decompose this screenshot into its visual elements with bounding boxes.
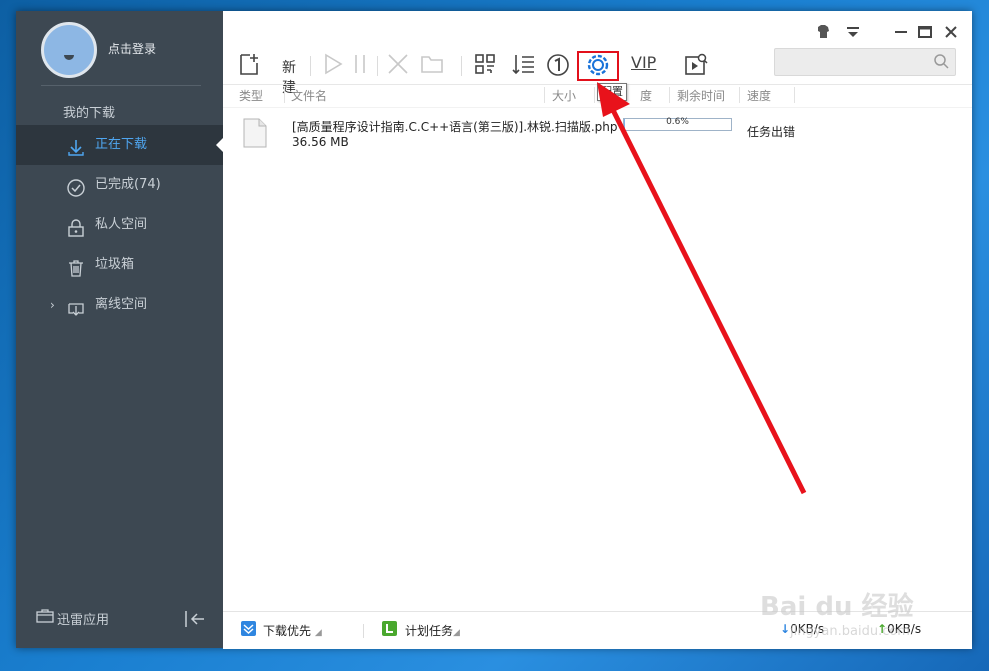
settings-tooltip: 配置 [597, 83, 627, 101]
schedule-button[interactable]: 计划任务◢ [405, 622, 460, 639]
baidu-watermark-url: jingyan.baidu.com [790, 624, 910, 639]
vip-label: VIP [631, 53, 657, 72]
sidebar-item-offline[interactable]: › 离线空间 [16, 285, 223, 325]
check-circle-icon [66, 175, 86, 197]
column-divider [794, 87, 795, 103]
new-file-icon [240, 54, 258, 75]
column-divider [669, 87, 670, 103]
sort-button[interactable] [511, 48, 537, 80]
column-filename[interactable]: 文件名 [291, 87, 327, 104]
collapse-sidebar-icon[interactable] [184, 609, 208, 629]
sidebar-item-label: 离线空间 [95, 297, 148, 312]
task-progress-bar: 0.6% [623, 117, 732, 131]
settings-highlight-box [577, 51, 619, 81]
column-divider [594, 87, 595, 103]
column-size[interactable]: 大小 [552, 87, 576, 104]
chevron-right-icon[interactable]: › [50, 285, 55, 325]
sidebar-section-title: 我的下载 [63, 106, 116, 121]
grid-icon [475, 54, 495, 74]
delete-button[interactable] [386, 48, 410, 80]
start-button[interactable] [321, 48, 345, 80]
sidebar-item-completed[interactable]: 已完成(74) [16, 165, 223, 205]
lock-icon [66, 215, 86, 237]
trash-icon [66, 255, 86, 277]
baidu-watermark: Bai du 经验 [760, 592, 914, 622]
toolbar: 新建 VIP [223, 48, 972, 96]
login-link[interactable]: 点击登录 [108, 40, 156, 57]
single-task-icon [547, 54, 569, 76]
task-filename: [高质量程序设计指南.C.C++语言(第三版)].林锐.扫描版.php [292, 120, 618, 134]
download-priority-button[interactable]: 下载优先 ◢ [263, 622, 322, 639]
pause-icon [355, 55, 365, 73]
pause-button[interactable] [351, 48, 371, 80]
schedule-label: 计划任务 [405, 624, 454, 638]
down-arrow-icon: ↓ [780, 622, 791, 636]
task-progress-text: 0.6% [666, 117, 689, 127]
window-controls [812, 21, 962, 43]
column-type[interactable]: 类型 [239, 87, 263, 104]
sidebar-item-downloading[interactable]: 正在下载 [16, 125, 223, 165]
apps-icon [36, 609, 54, 629]
sort-icon [512, 55, 534, 75]
avatar[interactable] [41, 22, 97, 78]
download-priority-label: 下载优先 [263, 624, 312, 638]
sidebar-divider [41, 85, 201, 86]
task-status: 任务出错 [747, 125, 796, 139]
apps-label: 迅雷应用 [57, 613, 110, 628]
sidebar-item-trash[interactable]: 垃圾箱 [16, 245, 223, 285]
menu-icon[interactable] [842, 21, 864, 43]
toolbar-divider [310, 56, 311, 76]
column-remaining[interactable]: 剩余时间 [677, 87, 725, 104]
sidebar: 点击登录 我的下载 正在下载 已完成(74) 私人空间 垃圾箱 › 离线空间 迅… [16, 11, 223, 648]
minimize-icon[interactable] [890, 21, 912, 43]
cloud-download-icon [66, 295, 86, 316]
video-search-icon [685, 53, 708, 75]
thunder-window: 点击登录 我的下载 正在下载 已完成(74) 私人空间 垃圾箱 › 离线空间 迅… [16, 11, 972, 649]
sidebar-item-label: 正在下载 [95, 137, 148, 152]
sidebar-item-label: 私人空间 [95, 217, 148, 232]
open-folder-button[interactable] [419, 48, 445, 80]
search-input[interactable] [775, 49, 937, 73]
column-divider [544, 87, 545, 103]
sidebar-item-label: 垃圾箱 [95, 257, 135, 272]
file-icon [243, 118, 267, 148]
close-icon[interactable] [940, 21, 962, 43]
column-divider [284, 87, 285, 103]
delete-icon [388, 54, 408, 74]
download-priority-icon [241, 621, 256, 636]
column-speed[interactable]: 速度 [747, 87, 771, 104]
column-divider [739, 87, 740, 103]
play-icon [325, 53, 343, 75]
maximize-icon[interactable] [914, 21, 936, 43]
column-progress[interactable]: 度 [640, 87, 652, 104]
search-box[interactable] [774, 48, 956, 76]
toolbar-divider [461, 56, 462, 76]
new-task-button[interactable]: 新建 [237, 48, 299, 96]
search-icon[interactable] [933, 53, 949, 72]
toolbar-divider [377, 56, 378, 76]
view-grid-button[interactable] [473, 48, 497, 80]
apps-button[interactable]: 迅雷应用 [36, 607, 109, 629]
single-task-button[interactable] [545, 48, 571, 80]
sidebar-item-label: 已完成(74) [95, 177, 161, 192]
skin-icon[interactable] [812, 21, 834, 43]
task-size: 36.56 MB [292, 135, 349, 149]
folder-icon [421, 56, 443, 73]
schedule-icon [382, 621, 397, 636]
video-search-button[interactable] [683, 48, 709, 80]
download-icon [66, 135, 86, 156]
status-divider [363, 624, 364, 638]
vip-button[interactable]: VIP [630, 48, 658, 80]
sidebar-item-private[interactable]: 私人空间 [16, 205, 223, 245]
